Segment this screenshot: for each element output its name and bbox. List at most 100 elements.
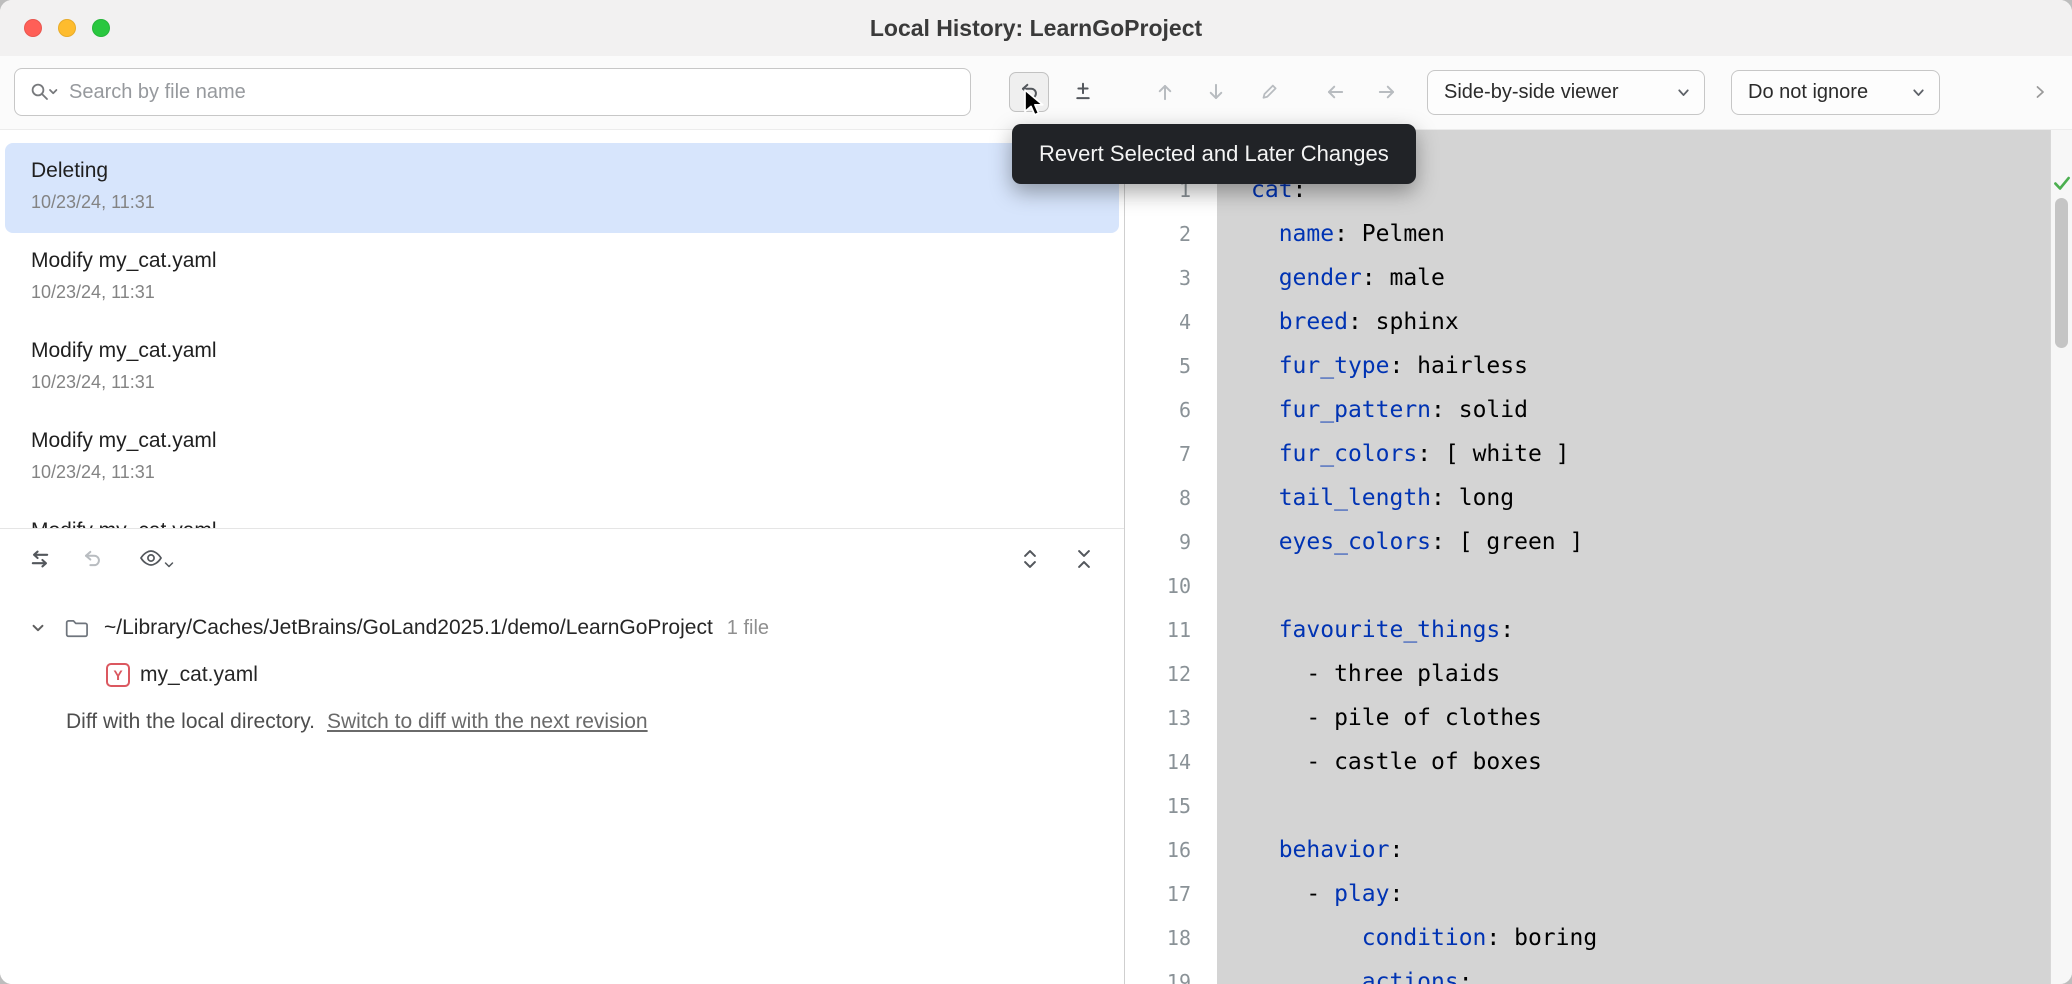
code-text: gender: male [1217,265,2072,291]
create-patch-button[interactable] [1063,72,1103,112]
file-tree-row[interactable]: Y my_cat.yaml [106,654,258,696]
revision-item[interactable]: Modify my_cat.yaml10/23/24, 11:31 [5,323,1119,413]
collapse-all-icon [1073,548,1095,570]
collapse-all-button[interactable] [1066,541,1102,577]
tooltip: Revert Selected and Later Changes [1012,124,1416,184]
code-text: breed: sphinx [1217,309,2072,335]
toolbar-overflow-button[interactable] [2022,72,2058,112]
diff-switch-link[interactable]: Switch to diff with the next revision [327,710,648,734]
editor-scrollbar[interactable] [2050,130,2072,984]
code-line: 15 [1125,784,2072,828]
expand-all-icon [1019,548,1041,570]
line-number: 11 [1125,618,1217,642]
search-icon [29,81,59,103]
line-number: 5 [1125,354,1217,378]
minimize-button[interactable] [58,19,76,37]
arrow-right-icon [1376,81,1398,103]
code-text: - play: [1217,881,2072,907]
file-count: 1 file [727,617,769,640]
line-number: 17 [1125,882,1217,906]
expand-all-button[interactable] [1012,541,1048,577]
jump-to-source-button[interactable] [1249,72,1289,112]
scrollbar-thumb[interactable] [2055,198,2068,348]
line-number: 19 [1125,970,1217,984]
revision-item[interactable]: Deleting10/23/24, 11:31 [5,143,1119,233]
viewer-mode-dropdown[interactable]: Side-by-side viewer [1427,70,1705,115]
code-line: 18 condition: boring [1125,916,2072,960]
cursor-pointer [1022,88,1050,120]
preview-options-button[interactable] [132,541,180,577]
revision-label: Modify my_cat.yaml [31,519,1119,528]
inspection-ok-check-icon[interactable] [2051,172,2072,194]
diff-note: Diff with the local directory. [66,710,315,734]
diff-mode-button[interactable] [22,541,58,577]
revision-label: Deleting [31,159,1119,183]
patch-plus-icon [1072,81,1094,103]
chevron-right-icon [2031,83,2049,101]
code-line: 17 - play: [1125,872,2072,916]
window-title: Local History: LearnGoProject [0,0,2072,56]
line-number: 15 [1125,794,1217,818]
revision-item[interactable]: Modify my_cat.yaml [5,503,1119,528]
revision-item[interactable]: Modify my_cat.yaml10/23/24, 11:31 [5,413,1119,503]
code-text: fur_colors: [ white ] [1217,441,2072,467]
whitespace-ignore-label: Do not ignore [1748,81,1868,104]
line-number: 8 [1125,486,1217,510]
editor-pane[interactable]: 1cat:2 name: Pelmen3 gender: male4 breed… [1124,130,2072,984]
forward-button[interactable] [1367,72,1407,112]
search-input[interactable] [69,81,956,104]
diff-note-row: Diff with the local directory. Switch to… [66,701,648,743]
arrow-left-icon [1324,81,1346,103]
code-line: 13 - pile of clothes [1125,696,2072,740]
whitespace-ignore-dropdown[interactable]: Do not ignore [1731,70,1940,115]
details-panel: ~/Library/Caches/JetBrains/GoLand2025.1/… [0,528,1124,984]
line-number: 14 [1125,750,1217,774]
revision-date: 10/23/24, 11:31 [31,372,1119,393]
zoom-button[interactable] [92,19,110,37]
code-line: 7 fur_colors: [ white ] [1125,432,2072,476]
chevron-down-icon [1675,84,1692,101]
pencil-icon [1258,81,1280,103]
code-text: condition: boring [1217,925,2072,951]
folder-tree-row[interactable]: ~/Library/Caches/JetBrains/GoLand2025.1/… [28,607,769,649]
yaml-file-icon: Y [106,663,130,687]
line-number: 7 [1125,442,1217,466]
editor-lines: 1cat:2 name: Pelmen3 gender: male4 breed… [1125,168,2072,984]
code-line: 11 favourite_things: [1125,608,2072,652]
previous-difference-button[interactable] [1145,72,1185,112]
revision-item[interactable]: Modify my_cat.yaml10/23/24, 11:31 [5,233,1119,323]
revision-list: Deleting10/23/24, 11:31Modify my_cat.yam… [0,130,1124,528]
code-line: 14 - castle of boxes [1125,740,2072,784]
code-text: fur_type: hairless [1217,353,2072,379]
traffic-lights [24,19,110,37]
compare-arrows-icon [28,547,52,571]
arrow-down-icon [1205,81,1227,103]
code-text: actions: [1217,969,2072,984]
code-line: 8 tail_length: long [1125,476,2072,520]
revision-label: Modify my_cat.yaml [31,249,1119,273]
code-line: 12 - three plaids [1125,652,2072,696]
arrow-up-icon [1154,81,1176,103]
close-button[interactable] [24,19,42,37]
line-number: 16 [1125,838,1217,862]
code-line: 6 fur_pattern: solid [1125,388,2072,432]
code-line: 4 breed: sphinx [1125,300,2072,344]
revert-selection-button[interactable] [74,541,110,577]
code-line: 19 actions: [1125,960,2072,984]
folder-path: ~/Library/Caches/JetBrains/GoLand2025.1/… [104,616,713,640]
line-number: 4 [1125,310,1217,334]
code-text: behavior: [1217,837,2072,863]
code-text: name: Pelmen [1217,221,2072,247]
next-difference-button[interactable] [1196,72,1236,112]
line-number: 2 [1125,222,1217,246]
search-field[interactable] [14,68,971,116]
local-history-window: Local History: LearnGoProject [0,0,2072,984]
code-text: tail_length: long [1217,485,2072,511]
back-button[interactable] [1315,72,1355,112]
file-name: my_cat.yaml [140,663,258,687]
viewer-mode-label: Side-by-side viewer [1444,81,1619,104]
code-line: 10 [1125,564,2072,608]
chevron-down-small-icon [164,561,174,569]
line-number: 9 [1125,530,1217,554]
line-number: 6 [1125,398,1217,422]
